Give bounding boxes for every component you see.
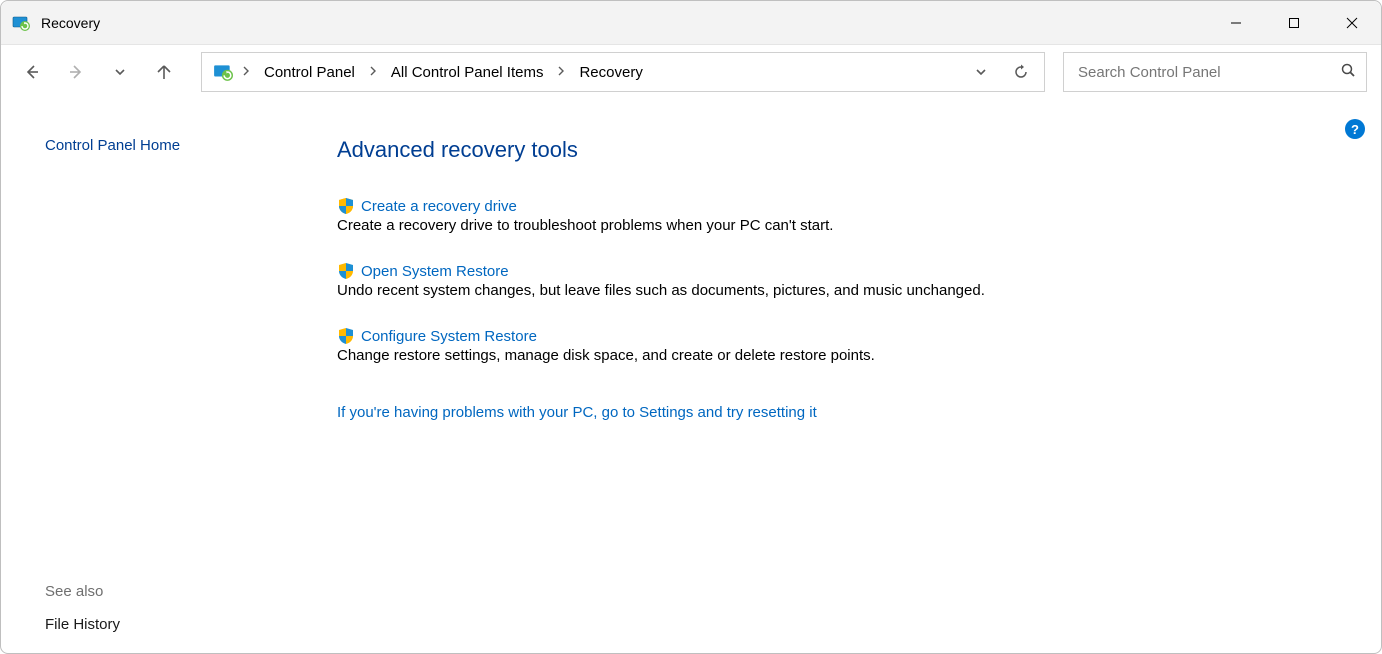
sidebar: Control Panel Home See also File History	[1, 99, 313, 653]
control-panel-home-link[interactable]: Control Panel Home	[45, 137, 313, 154]
search-bar[interactable]	[1063, 52, 1367, 92]
configure-system-restore-desc: Change restore settings, manage disk spa…	[337, 347, 1341, 364]
up-button[interactable]	[147, 55, 181, 89]
tool-open-system-restore: Open System Restore Undo recent system c…	[337, 262, 1341, 299]
recent-locations-button[interactable]	[103, 55, 137, 89]
control-panel-icon	[212, 61, 234, 83]
breadcrumb-recovery[interactable]: Recovery	[573, 60, 648, 85]
open-system-restore-link[interactable]: Open System Restore	[361, 263, 509, 280]
close-button[interactable]	[1323, 1, 1381, 45]
content-area: ? Control Panel Home See also File Histo…	[1, 99, 1381, 653]
address-bar[interactable]: Control Panel All Control Panel Items Re…	[201, 52, 1045, 92]
tool-create-recovery-drive: Create a recovery drive Create a recover…	[337, 197, 1341, 234]
create-recovery-drive-desc: Create a recovery drive to troubleshoot …	[337, 217, 1341, 234]
file-history-link[interactable]: File History	[45, 616, 120, 633]
window: Recovery	[0, 0, 1382, 654]
breadcrumb-all-items[interactable]: All Control Panel Items	[385, 60, 550, 85]
maximize-button[interactable]	[1265, 1, 1323, 45]
recovery-app-icon	[11, 13, 31, 33]
see-also-section: See also File History	[45, 583, 120, 633]
minimize-button[interactable]	[1207, 1, 1265, 45]
shield-icon	[337, 262, 355, 280]
create-recovery-drive-link[interactable]: Create a recovery drive	[361, 198, 517, 215]
shield-icon	[337, 327, 355, 345]
see-also-label: See also	[45, 583, 120, 600]
configure-system-restore-link[interactable]: Configure System Restore	[361, 328, 537, 345]
tool-configure-system-restore: Configure System Restore Change restore …	[337, 327, 1341, 364]
chevron-right-icon[interactable]	[240, 66, 252, 79]
page-heading: Advanced recovery tools	[337, 137, 1341, 163]
previous-locations-button[interactable]	[964, 55, 998, 89]
open-system-restore-desc: Undo recent system changes, but leave fi…	[337, 282, 1341, 299]
titlebar: Recovery	[1, 1, 1381, 45]
chevron-right-icon[interactable]	[555, 66, 567, 79]
back-button[interactable]	[15, 55, 49, 89]
window-title: Recovery	[41, 15, 100, 31]
reset-pc-link[interactable]: If you're having problems with your PC, …	[337, 404, 817, 421]
search-icon[interactable]	[1340, 62, 1356, 82]
shield-icon	[337, 197, 355, 215]
chevron-right-icon[interactable]	[367, 66, 379, 79]
forward-button[interactable]	[59, 55, 93, 89]
refresh-button[interactable]	[1004, 55, 1038, 89]
main-content: Advanced recovery tools Create a recover…	[313, 99, 1381, 653]
toolbar: Control Panel All Control Panel Items Re…	[1, 45, 1381, 99]
breadcrumb-control-panel[interactable]: Control Panel	[258, 60, 361, 85]
search-input[interactable]	[1078, 64, 1340, 81]
